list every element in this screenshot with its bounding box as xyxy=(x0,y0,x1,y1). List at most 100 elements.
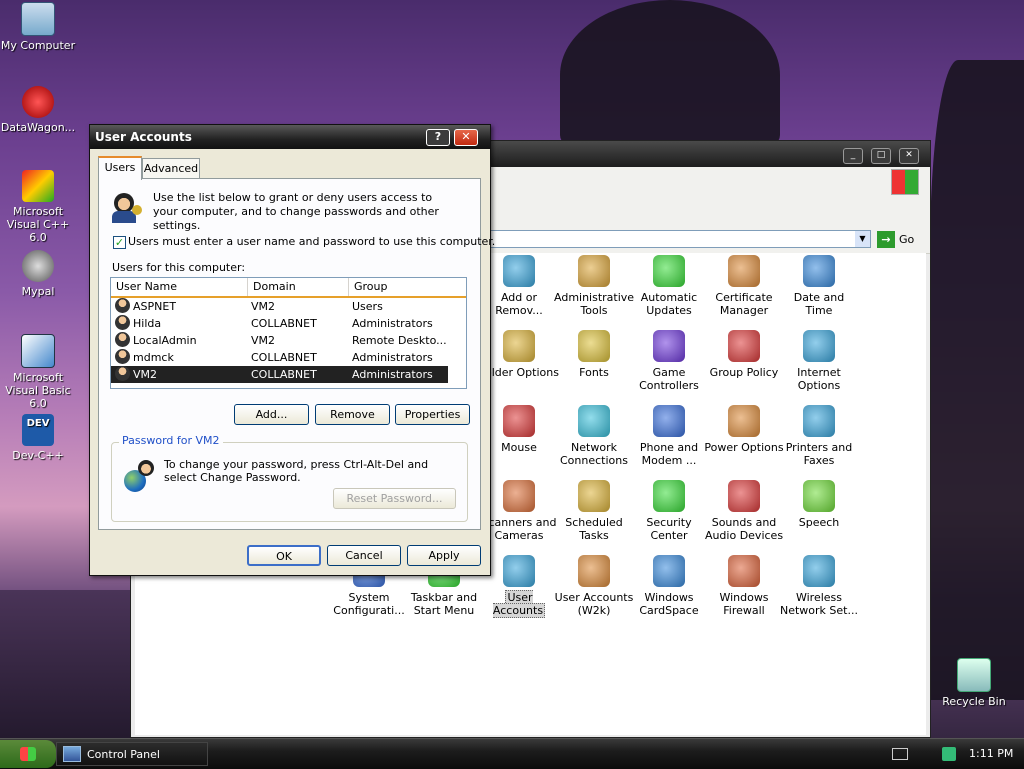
cp-item-windows-cardspace[interactable]: Windows CardSpace xyxy=(629,555,709,617)
require-login-label[interactable]: Users must enter a user name and passwor… xyxy=(128,235,495,248)
start-button[interactable] xyxy=(0,740,56,768)
user-key-icon xyxy=(578,555,610,587)
table-row[interactable]: LocalAdmin VM2 Remote Deskto... xyxy=(111,332,448,349)
keyboard-icon[interactable] xyxy=(892,748,908,760)
desktop-icon-label: Recycle Bin xyxy=(942,695,1006,708)
cp-item-phone-and-modem[interactable]: Phone and Modem ... xyxy=(629,405,709,467)
desktop-icon-datawagon[interactable]: DataWagon... xyxy=(0,86,78,134)
cp-item-label: Certificate Manager xyxy=(715,291,773,317)
cp-item-label: Scanners and Cameras xyxy=(481,516,557,542)
cp-item-label: Administrative Tools xyxy=(554,291,635,317)
cp-item-folder-options[interactable]: Folder Options xyxy=(479,330,559,379)
dialog-titlebar[interactable]: User Accounts ? ✕ xyxy=(90,125,490,149)
desktop-icon-recycle-bin[interactable]: Recycle Bin xyxy=(934,658,1014,708)
cp-item-scheduled-tasks[interactable]: Scheduled Tasks xyxy=(554,480,634,542)
tab-advanced[interactable]: Advanced xyxy=(142,158,200,179)
cell-domain: COLLABNET xyxy=(251,368,317,381)
go-label: Go xyxy=(899,232,915,246)
clock[interactable]: 1:11 PM xyxy=(969,747,1013,760)
cell-name: mdmck xyxy=(133,351,174,364)
cardspace-icon xyxy=(653,555,685,587)
tab-users[interactable]: Users xyxy=(98,156,142,180)
desktop-icon-visual-basic[interactable]: Microsoft Visual Basic 6.0 xyxy=(0,334,78,410)
cp-item-date-and-time[interactable]: Date and Time xyxy=(779,255,859,317)
go-button[interactable]: → Go xyxy=(877,230,914,248)
cp-item-game-controllers[interactable]: Game Controllers xyxy=(629,330,709,392)
cp-item-scanners-and-cameras[interactable]: Scanners and Cameras xyxy=(479,480,559,542)
users-list[interactable]: User Name Domain Group ASPNET VM2 Users Hil… xyxy=(110,277,467,389)
table-row[interactable]: Hilda COLLABNET Administrators xyxy=(111,315,448,332)
cp-item-label: Scheduled Tasks xyxy=(565,516,623,542)
cell-group: Users xyxy=(352,300,383,313)
desktop-icon-dev-cpp[interactable]: DEV Dev-C++ xyxy=(0,414,78,462)
user-accounts-dialog: User Accounts ? ✕ Users Advanced Use the… xyxy=(89,124,495,576)
column-header-domain[interactable]: Domain xyxy=(248,278,349,296)
mouse-icon xyxy=(503,405,535,437)
cp-item-group-policy[interactable]: Group Policy xyxy=(704,330,784,379)
table-row[interactable]: ASPNET VM2 Users xyxy=(111,298,448,315)
apply-button[interactable]: Apply xyxy=(407,545,481,566)
system-tray: 1:11 PM xyxy=(878,739,1024,769)
cp-item-label: Game Controllers xyxy=(639,366,699,392)
user-icon xyxy=(115,298,130,313)
cp-item-internet-options[interactable]: Internet Options xyxy=(779,330,859,392)
cp-item-user-accounts[interactable]: User Accounts xyxy=(479,555,559,618)
cp-item-label: Internet Options xyxy=(797,366,841,392)
cp-item-security-center[interactable]: Security Center xyxy=(629,480,709,542)
table-row[interactable]: VM2 COLLABNET Administrators xyxy=(111,366,448,383)
intro-text: Use the list below to grant or deny user… xyxy=(153,191,439,232)
add-remove-icon xyxy=(503,255,535,287)
help-button[interactable]: ? xyxy=(426,129,450,146)
add-button[interactable]: Add... xyxy=(234,404,309,425)
column-header-group[interactable]: Group xyxy=(349,278,466,296)
properties-button[interactable]: Properties xyxy=(395,404,470,425)
cp-item-sounds-and-audio-devices[interactable]: Sounds and Audio Devices xyxy=(704,480,784,542)
cp-item-label: Printers and Faxes xyxy=(785,441,853,467)
cp-item-certificate-manager[interactable]: Certificate Manager xyxy=(704,255,784,317)
cp-item-add-or-remov[interactable]: Add or Remov... xyxy=(479,255,559,317)
cp-item-mouse[interactable]: Mouse xyxy=(479,405,559,454)
user-icon xyxy=(115,349,130,364)
speaker-icon xyxy=(728,480,760,512)
close-button[interactable]: ✕ xyxy=(454,129,478,146)
column-header-user-name[interactable]: User Name xyxy=(111,278,248,296)
ok-button[interactable]: OK xyxy=(247,545,321,566)
desktop-icon-my-computer[interactable]: My Computer xyxy=(0,2,78,52)
cp-item-windows-firewall[interactable]: Windows Firewall xyxy=(704,555,784,617)
taskbar-item-control-panel[interactable]: Control Panel xyxy=(56,742,208,766)
go-arrow-icon: → xyxy=(877,230,895,248)
cp-item-network-connections[interactable]: Network Connections xyxy=(554,405,634,467)
cp-item-wireless-network-set[interactable]: Wireless Network Set... xyxy=(779,555,859,617)
control-panel-icon xyxy=(63,746,81,762)
phone-icon xyxy=(653,405,685,437)
globe-icon xyxy=(803,330,835,362)
minimize-button[interactable]: _ xyxy=(843,148,863,164)
cp-item-administrative-tools[interactable]: Administrative Tools xyxy=(554,255,634,317)
cp-item-automatic-updates[interactable]: Automatic Updates xyxy=(629,255,709,317)
cp-item-power-options[interactable]: Power Options xyxy=(704,405,784,454)
remove-button[interactable]: Remove xyxy=(315,404,390,425)
certificate-icon xyxy=(728,255,760,287)
admin-tools-icon xyxy=(578,255,610,287)
cp-item-user-accounts-w2k[interactable]: User Accounts (W2k) xyxy=(554,555,634,617)
cp-item-fonts[interactable]: Fonts xyxy=(554,330,634,379)
maximize-button[interactable]: □ xyxy=(871,148,891,164)
cell-domain: COLLABNET xyxy=(251,317,317,330)
require-login-checkbox[interactable]: ✓ xyxy=(113,236,126,249)
cp-item-label: Windows Firewall xyxy=(719,591,769,617)
desktop-icon-label: DataWagon... xyxy=(0,121,76,134)
desktop-icon-visual-cpp[interactable]: Microsoft Visual C++ 6.0 xyxy=(0,170,78,244)
cp-item-printers-and-faxes[interactable]: Printers and Faxes xyxy=(779,405,859,467)
cp-item-speech[interactable]: Speech xyxy=(779,480,859,529)
table-row[interactable]: mdmck COLLABNET Administrators xyxy=(111,349,448,366)
reset-password-button[interactable]: Reset Password... xyxy=(333,488,456,509)
desktop-icon-mypal[interactable]: Mypal xyxy=(0,250,78,298)
cp-item-label: User Accounts xyxy=(492,590,546,618)
clock-icon xyxy=(803,255,835,287)
address-dropdown-button[interactable]: ▼ xyxy=(855,231,870,247)
network-tray-icon[interactable] xyxy=(942,747,956,761)
cancel-button[interactable]: Cancel xyxy=(327,545,401,566)
desktop-icon-label: Microsoft Visual Basic 6.0 xyxy=(5,371,71,410)
close-button[interactable]: ✕ xyxy=(899,148,919,164)
speech-icon xyxy=(803,480,835,512)
